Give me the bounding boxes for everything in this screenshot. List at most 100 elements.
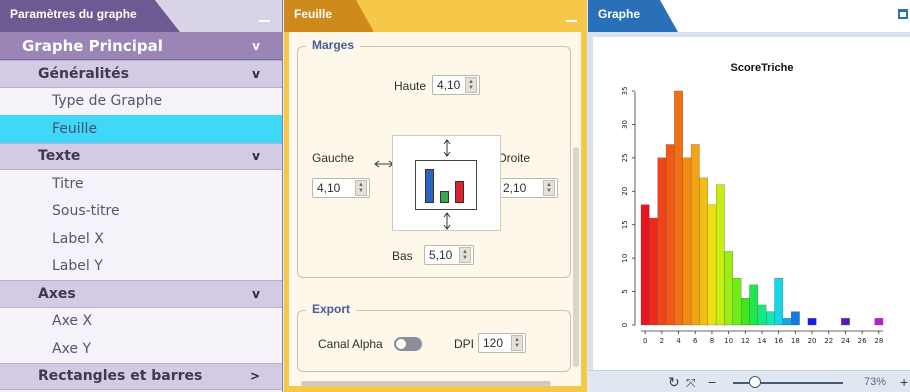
- maximize-icon[interactable]: [898, 9, 908, 19]
- settings-row-label: Titre: [52, 175, 84, 192]
- dpi-spinner[interactable]: 120 ▲ ▼: [478, 333, 526, 353]
- settings-section-graphe-principal[interactable]: Graphe Principal v: [0, 32, 282, 60]
- bottom-margin-label: Bas: [392, 249, 413, 263]
- graph-panel: Graphe ScoreTriche 0 5 10 15 20 25 30 35 0 2 4 6 8 10 1…: [588, 0, 910, 392]
- sheet-panel-body: Marges Haute 4,10 ▲ ▼ Gauche 4,10 ▲ ▼ Droi…: [284, 32, 587, 392]
- left-margin-label: Gauche: [312, 151, 355, 165]
- x-tick-label: 6: [693, 337, 698, 345]
- spinner-arrows-icon[interactable]: ▲ ▼: [465, 77, 477, 93]
- minimize-icon[interactable]: [259, 8, 270, 22]
- bottom-margin-spinner[interactable]: 5,10 ▲ ▼: [424, 245, 474, 265]
- dpi-value[interactable]: 120: [479, 336, 511, 350]
- chevron-right-icon[interactable]: >: [250, 369, 260, 383]
- spinner-arrows-icon[interactable]: ▲ ▼: [543, 180, 555, 196]
- x-tick-label: 8: [710, 337, 714, 345]
- alpha-channel-label: Canal Alpha: [318, 337, 383, 351]
- margins-preview: [392, 135, 501, 231]
- y-tick-label: 10: [621, 254, 629, 263]
- left-margin-spinner[interactable]: 4,10 ▲ ▼: [312, 178, 370, 198]
- bottom-margin-value[interactable]: 5,10: [425, 248, 459, 262]
- settings-section-generalites[interactable]: Généralités v: [0, 60, 282, 88]
- settings-row-label: Label X: [52, 230, 104, 247]
- settings-row-label: Rectangles et barres: [38, 368, 203, 385]
- settings-item-feuille[interactable]: Feuille: [0, 115, 282, 143]
- fit-to-window-icon[interactable]: ⤧: [686, 376, 696, 391]
- sheet-panel: Feuille Marges Haute 4,10 ▲ ▼ Gauche 4,10…: [284, 0, 587, 392]
- top-margin-value[interactable]: 4,10: [433, 78, 465, 92]
- export-group: Export Canal Alpha DPI 120 ▲ ▼: [297, 302, 571, 372]
- x-tick-label: 10: [724, 337, 733, 345]
- reset-view-icon[interactable]: ↻: [668, 374, 680, 391]
- alpha-channel-toggle[interactable]: [394, 337, 422, 351]
- y-tick-label: 20: [621, 187, 629, 196]
- margins-legend: Marges: [306, 38, 361, 52]
- x-tick-label: 14: [758, 337, 767, 345]
- chart-title: ScoreTriche: [731, 62, 794, 74]
- x-tick-label: 12: [741, 337, 750, 345]
- zoom-out-icon[interactable]: −: [708, 374, 716, 390]
- settings-item-axe-y[interactable]: Axe Y: [0, 335, 282, 363]
- right-margin-spinner[interactable]: 2,10 ▲ ▼: [498, 178, 558, 198]
- sheet-tabbar: Feuille: [284, 0, 587, 32]
- settings-row-label: Généralités: [38, 65, 129, 82]
- histogram-bar: [657, 157, 667, 326]
- export-legend: Export: [306, 302, 357, 316]
- top-margin-spinner[interactable]: 4,10 ▲ ▼: [432, 75, 480, 95]
- histogram-bar: [699, 177, 708, 326]
- margins-group: Marges Haute 4,10 ▲ ▼ Gauche 4,10 ▲ ▼ Droi…: [297, 38, 571, 278]
- y-tick-label: 35: [621, 87, 629, 96]
- settings-row-label: Feuille: [52, 120, 98, 137]
- settings-row-label: Axes: [38, 285, 76, 302]
- settings-row-label: Graphe Principal: [22, 36, 163, 55]
- spinner-arrows-icon[interactable]: ▲ ▼: [355, 180, 367, 196]
- minimize-icon[interactable]: [566, 8, 577, 22]
- chevron-down-icon[interactable]: v: [252, 39, 260, 53]
- histogram-bar: [674, 90, 683, 326]
- settings-item-axe-x[interactable]: Axe X: [0, 307, 282, 335]
- chevron-down-icon[interactable]: v: [252, 287, 260, 301]
- y-tick-label: 15: [621, 220, 629, 229]
- histogram-bar: [707, 204, 717, 326]
- settings-section-rectangles-et-barres[interactable]: Rectangles et barres >: [0, 362, 282, 390]
- histogram-bar: [724, 251, 733, 326]
- settings-item-titre[interactable]: Titre: [0, 170, 282, 198]
- x-tick-label: 28: [874, 337, 883, 345]
- settings-tabbar: Paramètres du graphe: [0, 0, 282, 32]
- settings-item-type-de-graphe[interactable]: Type de Graphe: [0, 87, 282, 115]
- settings-item-label-y[interactable]: Label Y: [0, 252, 282, 280]
- x-tick-label: 20: [808, 337, 817, 345]
- x-tick-label: 22: [824, 337, 833, 345]
- left-margin-value[interactable]: 4,10: [313, 181, 355, 195]
- y-tick-label: 5: [621, 289, 629, 293]
- histogram-bar: [807, 318, 817, 326]
- zoom-in-icon[interactable]: +: [900, 374, 908, 390]
- x-tick-label: 18: [791, 337, 800, 345]
- chevron-down-icon[interactable]: v: [252, 67, 260, 81]
- spinner-arrows-icon[interactable]: ▲ ▼: [459, 247, 471, 263]
- settings-item-sous-titre[interactable]: Sous-titre: [0, 197, 282, 225]
- bottom-arrow-icon: [443, 212, 451, 230]
- graph-statusbar: ↻ ⤧ − 73% +: [588, 370, 910, 392]
- x-tick-label: 26: [858, 337, 867, 345]
- y-tick-label: 25: [621, 153, 629, 162]
- settings-panel-title: Paramètres du graphe: [0, 0, 180, 32]
- right-margin-label: Droite: [498, 151, 531, 165]
- zoom-slider-knob[interactable]: [749, 376, 761, 388]
- vertical-scrollbar[interactable]: [573, 147, 579, 367]
- settings-section-axes[interactable]: Axes v: [0, 280, 282, 308]
- x-tick-label: 0: [643, 337, 647, 345]
- settings-item-label-x[interactable]: Label X: [0, 225, 282, 253]
- settings-row-label: Axe Y: [52, 340, 92, 357]
- chevron-down-icon[interactable]: v: [252, 149, 260, 163]
- right-margin-value[interactable]: 2,10: [499, 181, 543, 195]
- spinner-arrows-icon[interactable]: ▲ ▼: [511, 335, 523, 351]
- histogram-bar: [874, 318, 884, 326]
- horizontal-scrollbar[interactable]: [301, 381, 551, 386]
- sheet-panel-title: Feuille: [284, 0, 374, 32]
- settings-section-texte[interactable]: Texte v: [0, 142, 282, 170]
- x-tick-label: 4: [676, 337, 681, 345]
- toggle-knob: [396, 339, 406, 349]
- x-tick-label: 16: [774, 337, 783, 345]
- histogram-bar: [841, 318, 850, 326]
- zoom-percentage: 73%: [864, 376, 887, 388]
